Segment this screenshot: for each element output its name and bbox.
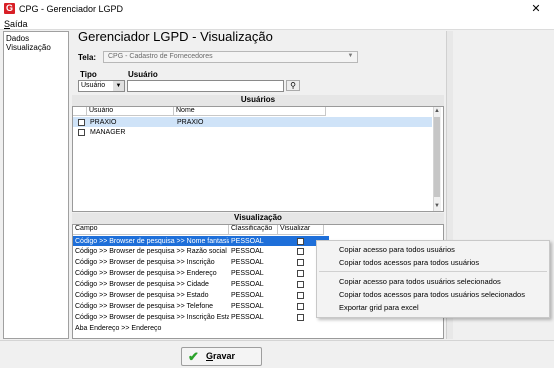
tela-value: CPG - Cadastro de Fornecedores	[108, 53, 213, 60]
usuarios-panel-title: Usuários	[72, 95, 444, 106]
usuarios-header-nome[interactable]: Nome	[174, 107, 326, 116]
visualizacao-cell-classificacao: PESSOAL	[231, 248, 264, 255]
visualizar-checkbox[interactable]	[297, 314, 304, 321]
visualizacao-cell-classificacao: PESSOAL	[231, 238, 264, 245]
tipo-value: Usuário	[81, 82, 106, 89]
visualizacao-cell-campo: Código >> Browser de pesquisa >> Razão s…	[75, 248, 227, 255]
save-button-label: Gravar	[206, 351, 235, 362]
usuarios-scroll-thumb[interactable]	[434, 117, 440, 197]
app-logo-icon: G	[4, 3, 15, 14]
usuario-value	[128, 84, 130, 91]
usuarios-row-checkbox[interactable]	[78, 119, 85, 126]
visualizacao-cell-campo: Código >> Browser de pesquisa >> Telefon…	[75, 303, 214, 310]
visualizacao-header-classificacao[interactable]: Classificação	[229, 225, 278, 235]
menu-separator	[319, 271, 547, 272]
save-label-rest: ravar	[213, 351, 236, 361]
visualizacao-cell-classificacao: PESSOAL	[231, 303, 264, 310]
visualizacao-header-visualizar[interactable]: Visualizar	[278, 225, 324, 235]
visualizar-checkbox[interactable]	[297, 238, 304, 245]
visualizacao-cell-classificacao: PESSOAL	[231, 259, 264, 266]
tela-dropdown-icon[interactable]: ▼	[346, 52, 355, 61]
visualizacao-cell-classificacao: PESSOAL	[231, 292, 264, 299]
tipo-label: Tipo	[80, 70, 97, 79]
bottom-toolbar	[0, 340, 554, 368]
tree-item-visualizacao[interactable]: Visualização	[6, 43, 51, 53]
usuarios-row-checkbox[interactable]	[78, 129, 85, 136]
visualizacao-cell-campo: Código >> Browser de pesquisa >> Endereç…	[75, 270, 217, 277]
page-title: Gerenciador LGPD - Visualização	[78, 29, 273, 44]
usuarios-cell-nome: PRAXIO	[177, 119, 204, 126]
visualizacao-cell-campo: Código >> Browser de pesquisa >> Nome fa…	[75, 238, 229, 245]
menu-item-copiar-acesso-selecionados[interactable]: Copiar acesso para todos usuários seleci…	[339, 277, 501, 286]
usuarios-corner-header	[73, 107, 87, 116]
tipo-dropdown-icon[interactable]: ▼	[113, 81, 124, 91]
window-title: CPG - Gerenciador LGPD	[19, 4, 124, 14]
save-button[interactable]: ✔ Gravar	[181, 347, 262, 366]
visualizar-checkbox[interactable]	[297, 248, 304, 255]
usuarios-header-usuario[interactable]: Usuário	[87, 107, 174, 116]
visualizacao-cell-classificacao: PESSOAL	[231, 281, 264, 288]
scroll-up-icon[interactable]: ▲	[433, 107, 441, 115]
usuarios-cell-usuario: PRAXIO	[90, 119, 117, 126]
menu-item-exportar-excel[interactable]: Exportar grid para excel	[339, 303, 419, 312]
tela-select[interactable]: CPG - Cadastro de Fornecedores	[103, 51, 358, 63]
visualizacao-cell-campo: Código >> Browser de pesquisa >> Estado	[75, 292, 209, 299]
usuario-input[interactable]	[127, 80, 284, 92]
tela-label: Tela:	[78, 53, 97, 62]
menu-item-copiar-todos-acessos-todos[interactable]: Copiar todos acessos para todos usuários	[339, 258, 479, 267]
visualizacao-header-campo[interactable]: Campo	[73, 225, 229, 235]
save-hotkey: G	[206, 351, 214, 361]
visualizacao-cell-classificacao: PESSOAL	[231, 270, 264, 277]
menu-item-copiar-acesso-todos[interactable]: Copiar acesso para todos usuários	[339, 245, 455, 254]
visualizacao-cell-campo: Código >> Browser de pesquisa >> Inscriç…	[75, 259, 215, 266]
visualizacao-cell-classificacao: PESSOAL	[231, 314, 264, 321]
visualizacao-cell-campo: Código >> Browser de pesquisa >> Inscriç…	[75, 314, 229, 321]
visualizar-checkbox[interactable]	[297, 281, 304, 288]
menu-item-saida[interactable]: Saída	[4, 19, 28, 30]
checkmark-icon: ✔	[188, 349, 199, 364]
usuario-label: Usuário	[128, 70, 158, 79]
menu-saida-label: aída	[10, 19, 28, 29]
close-button[interactable]: ✕	[526, 2, 546, 16]
menu-item-copiar-todos-acessos-selecionados[interactable]: Copiar todos acessos para todos usuários…	[339, 290, 525, 299]
context-menu: Copiar acesso para todos usuários Copiar…	[316, 240, 550, 318]
visualizacao-cell-campo: Aba Endereço >> Endereço	[75, 325, 162, 332]
scroll-down-icon[interactable]: ▼	[433, 202, 441, 210]
visualizacao-cell-campo: Código >> Browser de pesquisa >> Cidade	[75, 281, 209, 288]
search-icon[interactable]: ⚲	[286, 80, 300, 91]
visualizar-checkbox[interactable]	[297, 292, 304, 299]
visualizar-checkbox[interactable]	[297, 259, 304, 266]
visualizacao-panel-title: Visualização	[72, 213, 444, 224]
visualizar-checkbox[interactable]	[297, 303, 304, 310]
navigation-tree[interactable]	[3, 31, 69, 339]
visualizar-checkbox[interactable]	[297, 270, 304, 277]
usuarios-cell-usuario: MANAGER	[90, 129, 126, 136]
